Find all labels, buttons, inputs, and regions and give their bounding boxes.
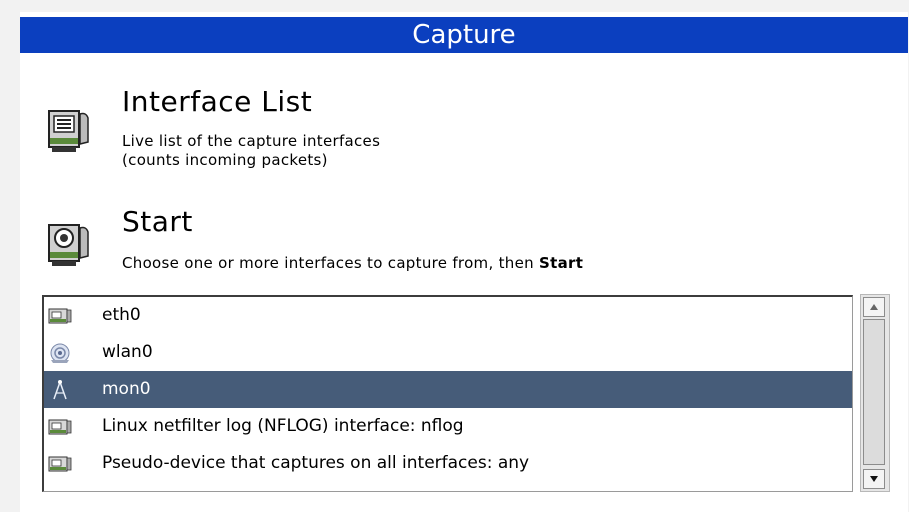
start-title[interactable]: Start (122, 206, 193, 238)
interface-label: wlan0 (102, 342, 153, 362)
interface-list-scrollbar[interactable] (860, 294, 890, 492)
interface-row-any[interactable]: Pseudo-device that captures on all inter… (44, 445, 852, 482)
capture-panel: Capture Interface List Live list of the … (20, 12, 908, 512)
interface-list-description-line2: (counts incoming packets) (122, 151, 328, 169)
antenna-icon (48, 378, 72, 400)
interface-label: Pseudo-device that captures on all inter… (102, 453, 530, 473)
start-description-bold: Start (539, 254, 584, 272)
scrollbar-thumb[interactable] (863, 319, 885, 465)
interface-row-eth0[interactable]: eth0 (44, 297, 852, 334)
interface-label: eth0 (102, 305, 141, 325)
interface-row-mon0[interactable]: mon0 (44, 371, 852, 408)
network-card-icon (48, 415, 72, 437)
scroll-down-button[interactable] (863, 469, 885, 489)
arrow-down-icon (870, 476, 878, 482)
start-section[interactable]: Start Choose one or more interfaces to c… (20, 202, 900, 282)
interface-list-icon[interactable] (46, 108, 96, 158)
interface-label: Linux netfilter log (NFLOG) interface: n… (102, 416, 464, 436)
interface-listbox[interactable]: eth0 wlan0 mon0 Linux netfilter log (NFL… (42, 295, 853, 492)
start-description-text: Choose one or more interfaces to capture… (122, 254, 539, 272)
arrow-up-icon (870, 304, 878, 310)
network-card-icon (48, 452, 72, 474)
interface-list-title[interactable]: Interface List (122, 86, 312, 118)
wireless-icon (48, 341, 72, 363)
capture-header: Capture (20, 17, 908, 53)
interface-list-description-line1: Live list of the capture interfaces (122, 132, 381, 150)
interface-label: mon0 (102, 379, 151, 399)
interface-list-section[interactable]: Interface List Live list of the capture … (20, 82, 900, 172)
network-card-icon (48, 304, 72, 326)
start-capture-icon[interactable] (46, 222, 96, 272)
interface-row-wlan0[interactable]: wlan0 (44, 334, 852, 371)
start-description: Choose one or more interfaces to capture… (122, 254, 583, 273)
interface-row-nflog[interactable]: Linux netfilter log (NFLOG) interface: n… (44, 408, 852, 445)
scroll-up-button[interactable] (863, 297, 885, 317)
